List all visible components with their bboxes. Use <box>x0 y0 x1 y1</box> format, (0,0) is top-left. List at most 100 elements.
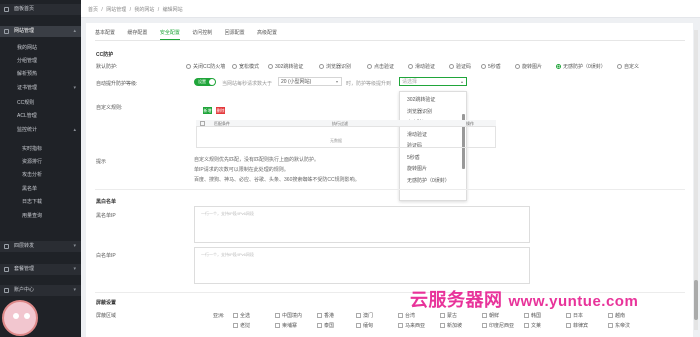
whitelist-placeholder: 一行一个，支持IP段/IPv6网段 <box>201 252 254 257</box>
region-row1-10[interactable]: 越南 <box>608 312 625 319</box>
sidebar-item-9[interactable]: 实时指标 <box>0 144 81 155</box>
sidebar-item-15[interactable]: 四层转发 ▾ <box>0 241 81 252</box>
tab-access[interactable]: 访问控制 <box>192 29 212 40</box>
breadcrumb-home[interactable]: 首页 <box>88 7 98 13</box>
tab-security[interactable]: 安全配置 <box>159 29 180 40</box>
sidebar-item-5[interactable]: 证书管理 ▾ <box>0 83 81 94</box>
checkbox-icon <box>524 313 529 318</box>
sidebar-item-label: 实时指标 <box>22 146 43 152</box>
region-row1-2[interactable]: 中国境内 <box>275 312 302 319</box>
region-label: 屏蔽区域 <box>96 313 117 319</box>
blacklist-placeholder: 一行一个，支持IP段/IPv6网段 <box>201 211 254 216</box>
region-row1-6[interactable]: 蒙古 <box>440 312 457 319</box>
sidebar-item-3[interactable]: 分组管理 <box>0 56 81 67</box>
default-protection-label: 默认防护: <box>96 64 118 70</box>
tab-basic[interactable]: 基本配置 <box>95 29 115 40</box>
dropdown-option-7[interactable]: 无感防护（0误封） <box>400 176 466 188</box>
dropdown-option-5[interactable]: 5秒盾 <box>400 153 466 165</box>
sidebar: 面板首页网站管理 ▴ 我的网站分组管理解析预热证书管理 ▾ CC规则 ACL管理监控统计 ▴… <box>0 0 81 337</box>
mode-radio-4[interactable]: 点击验证 <box>367 63 394 70</box>
mode-label: 验证码 <box>456 64 472 70</box>
sidebar-item-11[interactable]: 攻击分析 <box>0 170 81 181</box>
level-select[interactable]: 请选择 ▴ <box>399 77 467 86</box>
tab-advanced[interactable]: 高级配置 <box>257 29 277 40</box>
mode-radio-7[interactable]: 5秒盾 <box>481 63 501 70</box>
region-row1-8[interactable]: 韩国 <box>524 312 541 319</box>
tip-line-3: 百度、搜狗、神马、必应、谷歌、头条、360搜索蜘蛛不受防CC规则影响。 <box>194 177 360 183</box>
tab-cache[interactable]: 缓存配置 <box>127 29 147 40</box>
mode-radio-2[interactable]: 302跳转验证 <box>268 63 303 70</box>
checkbox-icon <box>275 313 280 318</box>
scrollbar-thumb[interactable] <box>694 280 698 320</box>
blacklist-label: 黑名单IP <box>96 213 116 219</box>
region-row2-1[interactable]: 老挝 <box>233 322 250 329</box>
region-row2-9[interactable]: 菲律宾 <box>566 322 588 329</box>
region-row1-3[interactable]: 香港 <box>317 312 334 319</box>
mode-radio-3[interactable]: 浏览器识别 <box>319 63 351 70</box>
tip-line-1: 自定义规则优先匹配，没有匹配则执行上面的默认防护。 <box>194 157 320 163</box>
mode-radio-9[interactable]: 无感防护（0误封） <box>556 63 606 70</box>
region-row2-7[interactable]: 印度尼西亚 <box>482 322 514 329</box>
blacklist-textarea[interactable]: 一行一个，支持IP段/IPv6网段 <box>194 206 530 243</box>
mode-radio-6[interactable]: 验证码 <box>449 63 471 70</box>
sidebar-item-10[interactable]: 资源排行 <box>0 157 81 168</box>
mode-label: 自定义 <box>624 64 640 70</box>
auto-upgrade-toggle[interactable]: 设置 <box>194 78 216 86</box>
sidebar-item-13[interactable]: 日志下载 <box>0 197 81 208</box>
region-row2-2[interactable]: 柬埔寨 <box>275 322 297 329</box>
mode-radio-0[interactable]: 关闭CC防火墙 <box>186 63 225 70</box>
dropdown-option-1[interactable]: 浏览器识别 <box>400 107 466 119</box>
region-row1-5[interactable]: 台湾 <box>398 312 415 319</box>
region-row2-10[interactable]: 东帝汶 <box>608 322 630 329</box>
sidebar-item-label: 用量查询 <box>22 213 43 219</box>
sidebar-item-12[interactable]: 黑名单 <box>0 184 81 195</box>
breadcrumb-site-management[interactable]: 网站管理 <box>106 7 126 13</box>
region-label: 蒙古 <box>447 313 458 319</box>
sidebar-item-label: 监控统计 <box>17 127 38 133</box>
region-label: 朝鲜 <box>489 313 500 319</box>
mode-radio-8[interactable]: 旋转图片 <box>515 63 542 70</box>
mode-radio-5[interactable]: 滑动验证 <box>408 63 435 70</box>
delete-rule-button[interactable]: 删除 <box>216 107 225 114</box>
threshold-select[interactable]: 20 (小型网站) ▾ <box>278 77 342 86</box>
mode-radio-10[interactable]: 自定义 <box>617 63 639 70</box>
radio-circle-icon <box>232 64 237 69</box>
breadcrumb-my-sites[interactable]: 我的网站 <box>134 7 154 13</box>
dropdown-option-6[interactable]: 旋转图片 <box>400 164 466 176</box>
region-row2-3[interactable]: 泰国 <box>317 322 334 329</box>
region-label: 香港 <box>324 313 335 319</box>
sidebar-item-label: 资源排行 <box>22 159 43 165</box>
sidebar-item-6[interactable]: CC规则 <box>0 98 81 109</box>
sidebar-item-16[interactable]: 套餐管理 ▾ <box>0 264 81 275</box>
page-scrollbar[interactable] <box>694 30 698 330</box>
region-row2-5[interactable]: 马来西亚 <box>398 322 425 329</box>
select-all-checkbox[interactable] <box>200 121 205 126</box>
sidebar-item-label: 账户中心 <box>14 287 35 293</box>
sidebar-item-0[interactable]: 面板首页 <box>0 4 81 15</box>
tab-origin[interactable]: 回源配置 <box>225 29 245 40</box>
region-label: 缅甸 <box>363 323 374 329</box>
sidebar-item-14[interactable]: 用量查询 <box>0 211 81 222</box>
region-row1-1[interactable]: 全选 <box>233 312 250 319</box>
region-row1-4[interactable]: 澳门 <box>356 312 373 319</box>
checkbox-icon <box>566 313 571 318</box>
sidebar-item-4[interactable]: 解析预热 <box>0 69 81 80</box>
whitelist-textarea[interactable]: 一行一个，支持IP段/IPv6网段 <box>194 247 530 284</box>
sidebar-item-label: 套餐管理 <box>14 266 35 272</box>
sidebar-item-17[interactable]: 账户中心 ▾ <box>0 285 81 296</box>
region-row2-8[interactable]: 文莱 <box>524 322 541 329</box>
mode-label: 旋转图片 <box>522 64 543 70</box>
mode-radio-1[interactable]: 宽松模式 <box>232 63 259 70</box>
region-row2-6[interactable]: 新加坡 <box>440 322 462 329</box>
region-row2-4[interactable]: 缅甸 <box>356 322 373 329</box>
region-label: 泰国 <box>324 323 335 329</box>
sidebar-item-2[interactable]: 我的网站 <box>0 43 81 54</box>
dropdown-option-0[interactable]: 302跳转验证 <box>400 95 466 107</box>
sidebar-item-8[interactable]: 监控统计 ▴ <box>0 125 81 136</box>
sidebar-item-7[interactable]: ACL管理 <box>0 111 81 122</box>
region-label: 文莱 <box>531 323 542 329</box>
region-row1-9[interactable]: 日本 <box>566 312 583 319</box>
region-row1-7[interactable]: 朝鲜 <box>482 312 499 319</box>
add-rule-button[interactable]: 新增 <box>203 107 212 114</box>
sidebar-item-1[interactable]: 网站管理 ▴ <box>0 26 81 37</box>
